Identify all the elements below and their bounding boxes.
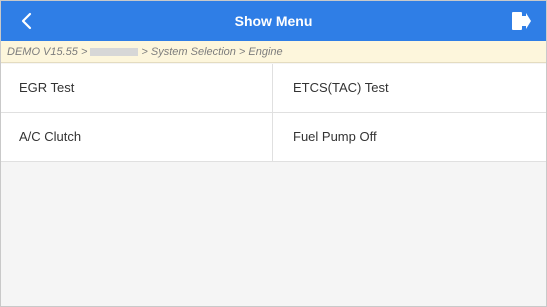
menu-item-egr-test[interactable]: EGR Test [1,64,273,112]
breadcrumb-part-1: DEMO V15.55 > [7,46,88,58]
page-title: Show Menu [234,13,313,29]
breadcrumb-part-2: > System Selection > Engine [141,46,283,58]
exit-door-icon [512,12,531,30]
menu-item-ac-clutch[interactable]: A/C Clutch [1,113,273,161]
menu-row: EGR Test ETCS(TAC) Test [1,64,546,113]
top-bar: Show Menu [1,1,546,41]
menu-item-fuel-pump-off[interactable]: Fuel Pump Off [273,113,546,161]
redacted-vin [90,48,139,57]
breadcrumb: DEMO V15.55 > > System Selection > Engine [1,41,546,63]
app-window: Show Menu DEMO V15.55 > > System Selectio… [0,0,547,307]
exit-button[interactable] [508,8,534,34]
menu-row: A/C Clutch Fuel Pump Off [1,113,546,162]
menu-grid: EGR Test ETCS(TAC) Test A/C Clutch Fuel … [1,64,546,162]
menu-item-etcs-test[interactable]: ETCS(TAC) Test [273,64,546,112]
